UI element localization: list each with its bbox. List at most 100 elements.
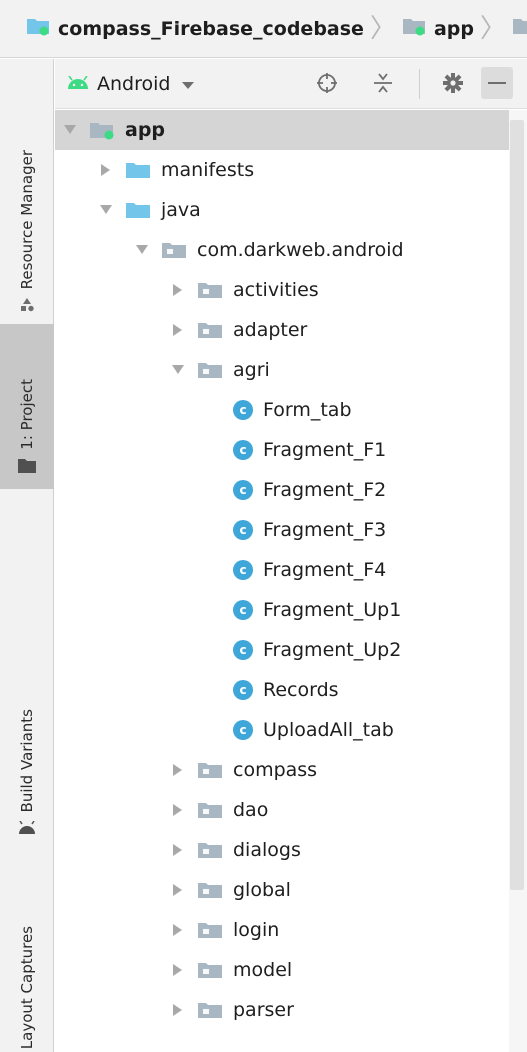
tab-build-variants[interactable]: Build Variants: [0, 649, 54, 839]
tree-node-label: Fragment_F2: [263, 479, 387, 501]
folder-icon: [125, 160, 151, 180]
expand-arrow-right-icon[interactable]: [99, 163, 113, 177]
tab-label: Layout Captures: [18, 925, 36, 1049]
breadcrumb-separator: 〉: [369, 13, 396, 44]
expand-arrow-right-icon[interactable]: [171, 883, 185, 897]
tab-resource-manager[interactable]: Resource Manager: [0, 67, 54, 317]
tree-node-package[interactable]: adapter: [55, 310, 509, 350]
gear-icon[interactable]: [437, 67, 469, 99]
expand-arrow-down-icon[interactable]: [63, 123, 77, 137]
expand-arrow-right-icon[interactable]: [171, 923, 185, 937]
locate-icon[interactable]: [311, 67, 343, 99]
expand-arrow-right-icon[interactable]: [171, 803, 185, 817]
tree-node-class[interactable]: c Fragment_F4: [55, 550, 509, 590]
tree-node-label: app: [125, 119, 166, 141]
tab-project[interactable]: 1: Project: [0, 324, 54, 489]
breadcrumb-label: compass_Firebase_codebase: [58, 17, 364, 40]
package-icon: [197, 840, 223, 860]
tree-node-label: Fragment_F1: [263, 439, 387, 461]
class-badge: c: [233, 520, 253, 540]
expand-arrow-down-icon[interactable]: [171, 363, 185, 377]
tree-node-folder[interactable]: manifests: [55, 150, 509, 190]
minimize-icon[interactable]: [481, 67, 513, 99]
navigation-bar: compass_Firebase_codebase 〉 app 〉: [0, 0, 527, 58]
expand-arrow-right-icon[interactable]: [171, 843, 185, 857]
expand-arrow-down-icon[interactable]: [99, 203, 113, 217]
tree-node-class[interactable]: c Fragment_Up2: [55, 630, 509, 670]
class-icon: c: [233, 440, 253, 460]
tree-node-label: Records: [263, 679, 339, 701]
tree-node-label: compass: [233, 759, 318, 781]
tree-node-label: activities: [233, 279, 319, 301]
tree-node-label: Form_tab: [263, 399, 352, 421]
tab-label: Build Variants: [18, 708, 36, 812]
tree-node-package[interactable]: activities: [55, 270, 509, 310]
tab-layout-captures[interactable]: Layout Captures: [0, 879, 54, 1049]
tree-node-package[interactable]: model: [55, 950, 509, 990]
breadcrumb-item-next[interactable]: [512, 16, 527, 41]
tree-node-label: model: [233, 959, 293, 981]
tree-node-label: Fragment_Up2: [263, 639, 402, 661]
tree-node-package[interactable]: parser: [55, 990, 509, 1030]
expand-arrow-right-icon[interactable]: [171, 963, 185, 977]
tree-node-package[interactable]: agri: [55, 350, 509, 390]
expand-arrow-right-icon[interactable]: [171, 283, 185, 297]
tree-node-label: dialogs: [233, 839, 301, 861]
package-icon: [197, 800, 223, 820]
class-icon: c: [233, 720, 253, 740]
android-icon: [67, 73, 89, 95]
class-badge: c: [233, 720, 253, 740]
tree-node-package[interactable]: login: [55, 910, 509, 950]
tree-node-label: Fragment_Up1: [263, 599, 402, 621]
class-icon: c: [233, 680, 253, 700]
breadcrumb-item-project[interactable]: compass_Firebase_codebase: [26, 16, 364, 41]
tree-node-label: adapter: [233, 319, 308, 341]
folder-icon: [125, 200, 151, 220]
expand-arrow-right-icon[interactable]: [171, 763, 185, 777]
tree-node-class[interactable]: c Fragment_F1: [55, 430, 509, 470]
tree-node-package[interactable]: compass: [55, 750, 509, 790]
tree-node-module[interactable]: app: [55, 110, 509, 150]
folder-icon: [18, 458, 36, 477]
tree-node-class[interactable]: c Fragment_F2: [55, 470, 509, 510]
module-folder-icon: [26, 16, 50, 41]
tree-node-class[interactable]: c Form_tab: [55, 390, 509, 430]
tree-node-label: UploadAll_tab: [263, 719, 394, 741]
tree-node-label: login: [233, 919, 280, 941]
class-badge: c: [233, 560, 253, 580]
scrollbar-thumb[interactable]: [510, 120, 524, 890]
class-icon: c: [233, 520, 253, 540]
tree-node-folder[interactable]: java: [55, 190, 509, 230]
tree-node-class[interactable]: c Fragment_Up1: [55, 590, 509, 630]
breadcrumb-label: app: [433, 17, 474, 40]
tree-node-package[interactable]: dao: [55, 790, 509, 830]
breadcrumb-item-app[interactable]: app: [402, 16, 474, 41]
view-mode-dropdown[interactable]: Android: [67, 72, 195, 95]
tree-node-package[interactable]: dialogs: [55, 830, 509, 870]
class-icon: c: [233, 640, 253, 660]
class-badge: c: [233, 400, 253, 420]
tree-node-class[interactable]: c Records: [55, 670, 509, 710]
tree-node-label: global: [233, 879, 291, 901]
package-icon: [197, 760, 223, 780]
class-icon: c: [233, 480, 253, 500]
tree-node-package[interactable]: global: [55, 870, 509, 910]
view-mode-label: Android: [97, 72, 171, 95]
folder-icon: [512, 16, 527, 41]
collapse-all-icon[interactable]: [367, 67, 399, 99]
tree-node-class[interactable]: c UploadAll_tab: [55, 710, 509, 750]
tree-node-label: Fragment_F3: [263, 519, 387, 541]
tree-node-label: manifests: [161, 159, 255, 181]
tree-node-class[interactable]: c Fragment_F3: [55, 510, 509, 550]
package-icon: [197, 280, 223, 300]
tree-node-label: java: [161, 199, 201, 221]
expand-arrow-right-icon[interactable]: [171, 323, 185, 337]
tab-label: 1: Project: [18, 379, 36, 450]
tree-node-package[interactable]: com.darkweb.android: [55, 230, 509, 270]
expand-arrow-right-icon[interactable]: [171, 1003, 185, 1017]
tree-node-label: com.darkweb.android: [197, 239, 404, 261]
class-badge: c: [233, 480, 253, 500]
class-badge: c: [233, 600, 253, 620]
package-icon: [197, 1000, 223, 1020]
expand-arrow-down-icon[interactable]: [135, 243, 149, 257]
